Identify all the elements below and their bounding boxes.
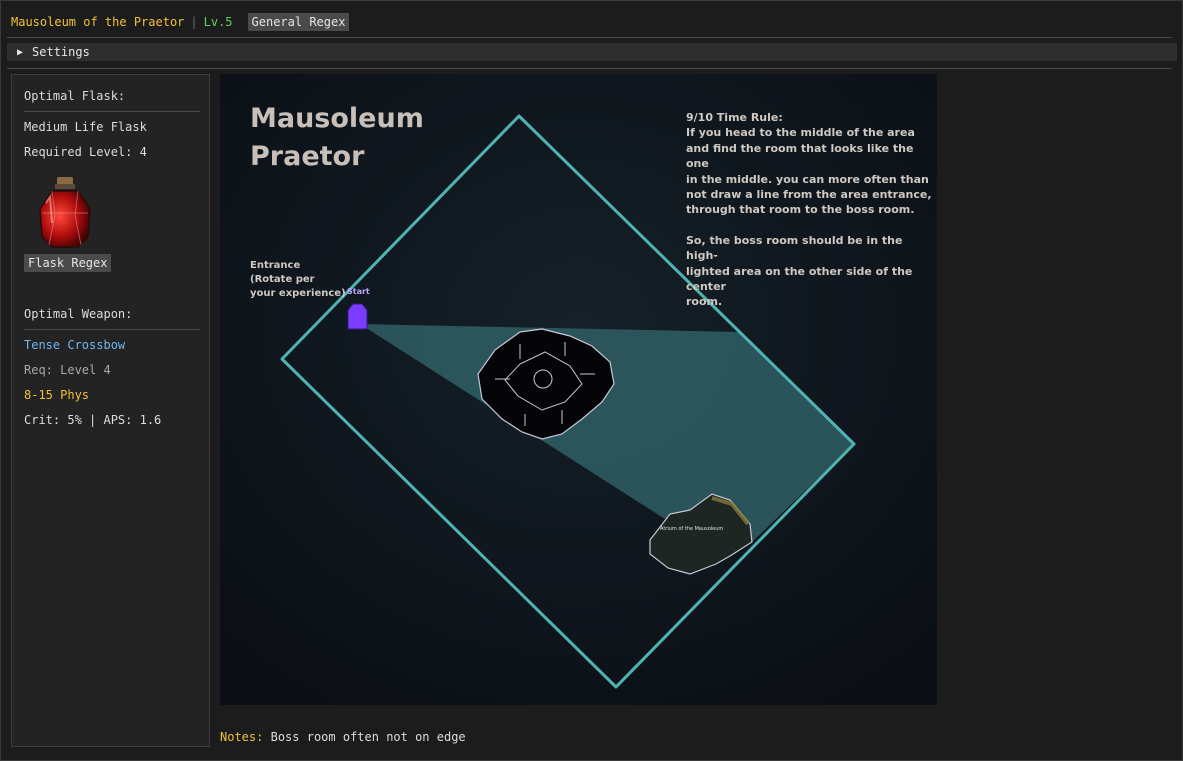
flask-heading: Optimal Flask: <box>24 89 126 103</box>
settings-label: Settings <box>32 45 90 59</box>
flask-icon <box>39 177 91 248</box>
weapon-name: Tense Crossbow <box>24 338 126 352</box>
weapon-required-level: Req: Level 4 <box>24 363 111 377</box>
entrance-line: (Rotate per <box>250 274 315 285</box>
rule-line: lighted area on the other side of the ce… <box>686 264 913 294</box>
start-label: Start <box>347 287 370 296</box>
flask-required-level: Required Level: 4 <box>24 145 147 159</box>
flask-name: Medium Life Flask <box>24 120 147 134</box>
weapon-divider <box>24 329 200 330</box>
rule-line: and find the room that looks like the on… <box>686 141 914 171</box>
map-title-line-1: Mausoleum <box>250 103 424 134</box>
flask-regex-button[interactable]: Flask Regex <box>24 254 112 272</box>
settings-divider <box>7 68 1172 69</box>
notes-line: Notes: Boss room often not on edge <box>220 730 466 744</box>
header-separator: | <box>190 15 198 29</box>
rule-line: room. <box>686 295 723 309</box>
header-bar: Mausoleum of the Praetor | Lv.5 General … <box>11 12 350 32</box>
weapon-heading: Optimal Weapon: <box>24 307 133 321</box>
expand-triangle-icon: ▶ <box>17 46 24 58</box>
general-regex-button[interactable]: General Regex <box>247 13 350 31</box>
weapon-stats: Crit: 5% | APS: 1.6 <box>24 413 162 427</box>
header-divider <box>7 37 1172 38</box>
rule-line: not draw a line from the area entrance, <box>686 188 932 202</box>
flask-divider <box>24 111 200 112</box>
rule-line: If you head to the middle of the area <box>686 126 915 140</box>
entrance-line: your experience) <box>250 288 346 299</box>
notes-text: Boss room often not on edge <box>270 730 466 744</box>
rule-line: through that room to the boss room. <box>686 203 915 217</box>
boss-room-label: Atrium of the Mausoleum <box>660 526 724 532</box>
zone-level: Lv.5 <box>203 15 233 29</box>
entrance-note: Entrance (Rotate per your experience) <box>250 259 360 301</box>
rule-line: So, the boss room should be in the high- <box>686 233 903 263</box>
map-title: Mausoleum Praetor <box>250 100 480 176</box>
time-rule-note: 9/10 Time Rule: If you head to the middl… <box>686 110 936 310</box>
notes-label: Notes: <box>220 730 264 744</box>
sidebar-panel: Optimal Flask: Medium Life Flask Require… <box>11 74 210 747</box>
weapon-damage: 8-15 Phys <box>24 388 90 402</box>
rule-line: 9/10 Time Rule: <box>686 111 783 124</box>
entrance-line: Entrance <box>250 260 301 271</box>
start-marker-icon <box>347 303 368 330</box>
zone-name: Mausoleum of the Praetor <box>11 15 185 29</box>
rule-line <box>686 218 936 233</box>
settings-collapsible[interactable]: ▶ Settings <box>7 43 1177 61</box>
zone-layout-map: Mausoleum Praetor 9/10 Time Rule: If you… <box>220 74 937 705</box>
rule-line: in the middle. you can more often than <box>686 172 929 186</box>
map-title-line-2: Praetor <box>250 141 365 172</box>
